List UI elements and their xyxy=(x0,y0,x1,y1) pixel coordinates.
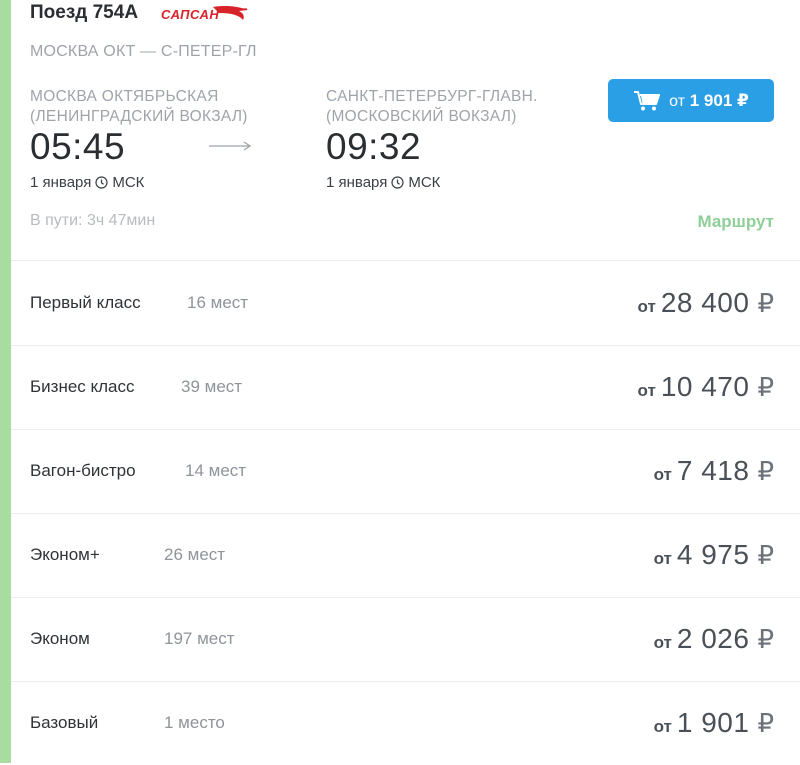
fare-currency: ₽ xyxy=(757,707,774,738)
fare-seats: 39 мест xyxy=(181,377,243,396)
arrival-station-line1: САНКТ-ПЕТЕРБУРГ-ГЛАВН. xyxy=(326,88,538,105)
svg-text:САПСАН: САПСАН xyxy=(161,7,219,22)
fare-amount: 2 026 xyxy=(676,623,750,654)
fare-currency: ₽ xyxy=(757,371,774,402)
clock-icon xyxy=(95,176,108,189)
train-card: Поезд 754А САПСАН МОСКВА ОКТ — С-ПЕТЕР-Г… xyxy=(11,0,800,763)
travel-duration: В пути: 3ч 47мин xyxy=(30,212,156,229)
buy-ticket-button[interactable]: от 1 901 ₽ xyxy=(608,79,774,122)
route-name: МОСКВА ОКТ — С-ПЕТЕР-ГЛ xyxy=(30,43,257,60)
fare-currency: ₽ xyxy=(757,623,774,654)
departure-date-text: 1 января xyxy=(30,174,92,191)
fare-from: от xyxy=(653,717,672,736)
fare-row[interactable]: Эконом 197 мест от 2 026 ₽ xyxy=(11,597,800,681)
arrival-station: САНКТ-ПЕТЕРБУРГ-ГЛАВН. (МОСКОВСКИЙ ВОКЗА… xyxy=(326,87,538,127)
fare-from: от xyxy=(653,633,672,652)
sapsan-logo: САПСАН xyxy=(161,6,248,22)
fare-from: от xyxy=(653,549,672,568)
arrival-station-line2: (МОСКОВСКИЙ ВОКЗАЛ) xyxy=(326,108,517,125)
fare-from: от xyxy=(637,381,656,400)
fare-seats: 197 мест xyxy=(164,629,235,648)
arrival-timezone: МСК xyxy=(408,174,441,191)
fare-currency: ₽ xyxy=(757,539,774,570)
buy-button-from: от xyxy=(669,92,686,110)
fare-seats: 1 место xyxy=(164,713,225,732)
departure-timezone: МСК xyxy=(112,174,145,191)
cart-icon xyxy=(634,90,661,110)
fare-seats: 14 мест xyxy=(185,461,247,480)
departure-station-line2: (ЛЕНИНГРАДСКИЙ ВОКЗАЛ) xyxy=(30,108,248,125)
buy-button-price: 1 901 ₽ xyxy=(689,90,749,110)
fare-from: от xyxy=(653,465,672,484)
fare-price: от 28 400 ₽ xyxy=(638,261,774,345)
fare-amount: 7 418 xyxy=(676,455,750,486)
departure-date: 1 января МСК xyxy=(30,174,144,191)
train-title: Поезд 754А xyxy=(30,2,139,23)
fare-currency: ₽ xyxy=(757,455,774,486)
fare-row[interactable]: Эконом+ 26 мест от 4 975 ₽ xyxy=(11,513,800,597)
accent-bar xyxy=(0,0,11,763)
fare-class: Базовый xyxy=(30,713,99,732)
route-link[interactable]: Маршрут xyxy=(697,212,774,232)
arrival-date: 1 января МСК xyxy=(326,174,440,191)
fare-amount: 10 470 xyxy=(660,371,750,402)
fare-price: от 7 418 ₽ xyxy=(654,429,774,513)
fare-price: от 1 901 ₽ xyxy=(654,681,774,765)
fare-row[interactable]: Базовый 1 место от 1 901 ₽ xyxy=(11,681,800,765)
fare-class: Первый класс xyxy=(30,293,141,312)
arrival-time: 09:32 xyxy=(326,126,422,167)
clock-icon xyxy=(391,176,404,189)
fare-row[interactable]: Вагон-бистро 14 мест от 7 418 ₽ xyxy=(11,429,800,513)
fare-currency: ₽ xyxy=(757,287,774,318)
fare-amount: 28 400 xyxy=(660,287,750,318)
departure-station: МОСКВА ОКТЯБРЬСКАЯ (ЛЕНИНГРАДСКИЙ ВОКЗАЛ… xyxy=(30,87,248,127)
departure-time: 05:45 xyxy=(30,126,126,167)
fare-amount: 1 901 xyxy=(676,707,750,738)
fare-row[interactable]: Первый класс 16 мест от 28 400 ₽ xyxy=(11,261,800,345)
fare-class: Бизнес класс xyxy=(30,377,135,396)
fare-seats: 16 мест xyxy=(187,293,249,312)
fare-price: от 10 470 ₽ xyxy=(638,345,774,429)
arrival-date-text: 1 января xyxy=(326,174,388,191)
departure-station-line1: МОСКВА ОКТЯБРЬСКАЯ xyxy=(30,88,219,105)
arrow-right-icon xyxy=(209,141,252,151)
fare-price: от 2 026 ₽ xyxy=(654,597,774,681)
fare-amount: 4 975 xyxy=(676,539,750,570)
fare-row[interactable]: Бизнес класс 39 мест от 10 470 ₽ xyxy=(11,345,800,429)
fare-from: от xyxy=(637,297,656,316)
fare-class: Эконом+ xyxy=(30,545,100,564)
fare-class: Эконом xyxy=(30,629,90,648)
fare-seats: 26 мест xyxy=(164,545,226,564)
fare-class: Вагон-бистро xyxy=(30,461,136,480)
fare-price: от 4 975 ₽ xyxy=(654,513,774,597)
